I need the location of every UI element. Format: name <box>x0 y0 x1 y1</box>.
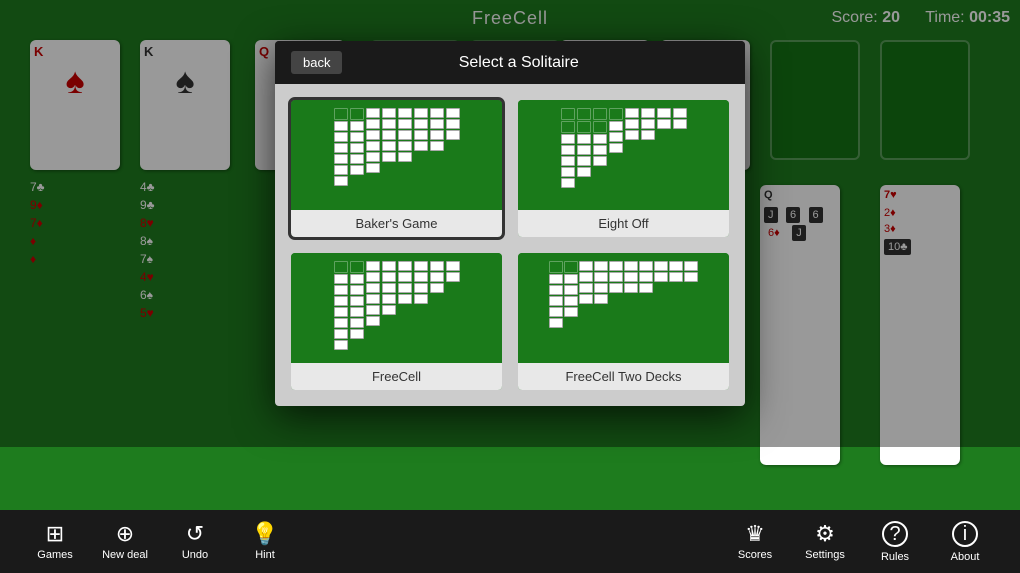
hint-label: Hint <box>255 549 275 561</box>
new-deal-button[interactable]: ⊕ New deal <box>90 510 160 573</box>
modal-overlay: back Select a Solitaire <box>0 0 1020 447</box>
game-option-freecell[interactable]: FreeCell <box>291 253 502 390</box>
freecell-two-decks-preview <box>518 253 729 363</box>
modal-body: Baker's Game <box>275 84 745 406</box>
new-deal-label: New deal <box>102 549 148 561</box>
eight-off-label: Eight Off <box>518 210 729 237</box>
eight-off-preview <box>518 100 729 210</box>
game-area: FreeCell Score: 20 Time: 00:35 K ♠ K ♠ Q… <box>0 0 1020 510</box>
bottom-toolbar: ⊞ Games ⊕ New deal ↺ Undo 💡 Hint ♛ Score… <box>0 510 1020 573</box>
modal-back-button[interactable]: back <box>291 51 342 74</box>
scores-button[interactable]: ♛ Scores <box>720 510 790 573</box>
games-label: Games <box>37 549 72 561</box>
game-option-eight-off[interactable]: Eight Off <box>518 100 729 237</box>
game-option-freecell-two-decks[interactable]: FreeCell Two Decks <box>518 253 729 390</box>
bakers-game-preview <box>291 100 502 210</box>
hint-button[interactable]: 💡 Hint <box>230 510 300 573</box>
freecell-preview <box>291 253 502 363</box>
rules-label: Rules <box>881 551 909 563</box>
undo-button[interactable]: ↺ Undo <box>160 510 230 573</box>
modal-header: back Select a Solitaire <box>275 41 745 84</box>
about-label: About <box>951 551 980 563</box>
bakers-game-label: Baker's Game <box>291 210 502 237</box>
about-button[interactable]: i About <box>930 510 1000 573</box>
freecell-label: FreeCell <box>291 363 502 390</box>
select-solitaire-modal: back Select a Solitaire <box>275 41 745 406</box>
settings-button[interactable]: ⚙ Settings <box>790 510 860 573</box>
new-deal-icon: ⊕ <box>116 523 134 545</box>
toolbar-right: ♛ Scores ⚙ Settings ? Rules i About <box>720 510 1000 573</box>
undo-icon: ↺ <box>186 523 204 545</box>
games-button[interactable]: ⊞ Games <box>20 510 90 573</box>
hint-icon: 💡 <box>251 523 278 545</box>
scores-icon: ♛ <box>745 523 765 545</box>
rules-icon: ? <box>882 521 908 547</box>
modal-title: Select a Solitaire <box>358 54 729 72</box>
scores-label: Scores <box>738 549 772 561</box>
game-option-bakers-game[interactable]: Baker's Game <box>291 100 502 237</box>
toolbar-left: ⊞ Games ⊕ New deal ↺ Undo 💡 Hint <box>20 510 300 573</box>
settings-label: Settings <box>805 549 845 561</box>
freecell-two-decks-label: FreeCell Two Decks <box>518 363 729 390</box>
rules-button[interactable]: ? Rules <box>860 510 930 573</box>
undo-label: Undo <box>182 549 208 561</box>
about-icon: i <box>952 521 978 547</box>
settings-icon: ⚙ <box>815 523 835 545</box>
games-icon: ⊞ <box>46 523 64 545</box>
